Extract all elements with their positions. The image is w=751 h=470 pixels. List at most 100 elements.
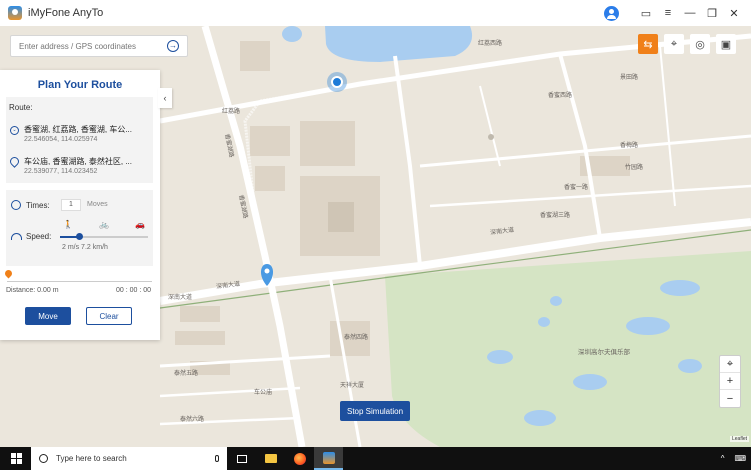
close-icon[interactable]: ✕ — [723, 0, 745, 26]
road-xiangmei — [393, 55, 422, 267]
elapsed-time: 00 : 00 : 00 — [115, 287, 151, 294]
task-view-icon[interactable] — [227, 447, 256, 470]
route-start-marker[interactable] — [331, 76, 343, 88]
title-actions: ▭ ≡ — ❐ ✕ — [604, 0, 751, 26]
golf-pond — [626, 317, 670, 335]
multi-spot-route-icon[interactable]: ⇆ — [638, 34, 658, 54]
stop-coordinates: 22.546054, 114.025974 — [24, 136, 98, 143]
zoom-in-button[interactable]: + — [720, 373, 740, 390]
map-label: 深南大道 — [168, 295, 193, 301]
golf-course-area — [385, 251, 751, 447]
clear-button[interactable]: Clear — [86, 307, 132, 325]
map-label: 车公庙 — [254, 390, 273, 396]
golf-pond — [487, 350, 513, 364]
address-search-input[interactable] — [11, 41, 161, 51]
taskbar-search[interactable]: Type here to search — [31, 447, 227, 470]
walk-mode-icon[interactable]: 🚶 — [63, 220, 73, 229]
teleport-mode-icon[interactable]: ◎ — [690, 34, 710, 54]
route-end-marker-dot — [264, 268, 270, 274]
route-box: Route: ⌄ 香蜜湖, 红荔路, 香蜜湖, 车公... 22.546054,… — [6, 97, 153, 183]
building-block — [240, 41, 270, 71]
collapse-panel-icon[interactable]: ‹ — [158, 88, 172, 108]
user-avatar-icon[interactable] — [604, 5, 619, 21]
times-label: Times: — [26, 201, 50, 210]
history-icon[interactable]: ▣ — [716, 34, 736, 54]
map-label: 泰然五路 — [174, 371, 199, 377]
locate-me-icon[interactable]: ⌖ — [720, 356, 740, 373]
minimize-icon[interactable]: — — [679, 0, 701, 26]
file-explorer-icon[interactable] — [256, 447, 285, 470]
pond-water — [282, 26, 302, 42]
map-label: 泰然四路 — [344, 335, 369, 341]
title-bar: iMyFone AnyTo ▭ ≡ — ❐ ✕ — [0, 0, 751, 26]
building-block — [175, 331, 225, 345]
road-minor — [328, 275, 362, 447]
golf-pond — [524, 410, 556, 426]
app-window: iMyFone AnyTo ▭ ≡ — ❐ ✕ 红荔西路 红荔路 香蜜西路 香蜜… — [0, 0, 751, 447]
speed-slider-track[interactable] — [60, 236, 148, 238]
simulation-settings: Times: 1 Moves 🚶 🚲 🚗 Speed: 2 m/s 7.2 km… — [6, 190, 153, 266]
windows-start-icon[interactable] — [6, 447, 26, 470]
golf-pond — [573, 374, 607, 390]
map-label: 香蜜湖三路 — [540, 213, 571, 219]
map-label: 香蜜一路 — [564, 185, 589, 191]
taskbar-search-text: Type here to search — [56, 454, 127, 463]
distance-readout: Distance: 0.00 m — [6, 287, 59, 294]
golf-pond — [660, 280, 700, 296]
app-title: iMyFone AnyTo — [28, 7, 104, 19]
keyboard-icon[interactable]: ⌨ — [734, 454, 746, 463]
bike-mode-icon[interactable]: 🚲 — [99, 220, 109, 229]
road-minor — [479, 85, 501, 167]
search-go-icon[interactable]: → — [167, 40, 179, 52]
golf-pond — [538, 317, 550, 327]
car-mode-icon[interactable]: 🚗 — [135, 220, 145, 229]
speed-label: Speed: — [26, 232, 52, 241]
building-block — [180, 306, 220, 322]
building-block — [250, 126, 290, 156]
building-block — [255, 166, 285, 191]
stop-name: 车公庙, 香蜜湖路, 泰然社区, ... — [24, 157, 133, 166]
route-label: Route: — [9, 103, 33, 112]
firefox-icon[interactable] — [285, 447, 314, 470]
road-minor — [659, 45, 676, 207]
map-label: 红荔西路 — [478, 41, 503, 47]
map-label: 深圳高尔夫俱乐部 — [578, 349, 630, 356]
golf-pond — [678, 359, 702, 373]
speed-slider-knob[interactable] — [76, 233, 84, 240]
map-label: 景田路 — [620, 75, 639, 81]
reservoir-water — [325, 26, 473, 62]
end-point-icon — [8, 155, 21, 168]
microphone-icon[interactable] — [215, 455, 219, 462]
zoom-out-button[interactable]: − — [720, 390, 740, 407]
app-logo-icon — [8, 6, 22, 20]
map-controls: ⌖ + − — [719, 355, 741, 408]
map-label: 香蜜西路 — [548, 93, 573, 99]
stop-coordinates: 22.539077, 114.023452 — [24, 168, 98, 175]
building-block — [328, 202, 354, 232]
map-label: 香梅路 — [620, 143, 639, 149]
road-tairan-5 — [159, 386, 301, 398]
building-block — [300, 121, 355, 166]
stop-name: 香蜜湖, 红荔路, 香蜜湖, 车公... — [24, 125, 133, 134]
stop-simulation-button[interactable]: Stop Simulation — [340, 401, 410, 421]
progress-marker-icon — [3, 268, 14, 279]
speed-value: 2 m/s 7.2 km/h — [62, 244, 108, 251]
golf-pond — [550, 296, 562, 306]
map-label: 泰然六路 — [180, 417, 205, 423]
panel-title: Plan Your Route — [37, 79, 123, 91]
road-tairan — [159, 354, 331, 368]
menu-icon[interactable]: ≡ — [657, 0, 679, 26]
restore-icon[interactable]: ❐ — [701, 0, 723, 26]
feedback-icon[interactable]: ▭ — [635, 0, 657, 26]
jump-teleport-icon[interactable]: ⌖ — [664, 34, 684, 54]
speed-icon — [11, 233, 22, 240]
progress-bar — [7, 281, 152, 282]
times-input[interactable]: 1 — [61, 199, 81, 211]
anyto-taskbar-icon[interactable] — [314, 447, 343, 470]
map-attribution[interactable]: Leaflet — [729, 436, 749, 442]
address-search-box: → — [10, 35, 188, 57]
map-label: 天祥大厦 — [340, 383, 365, 389]
tray-chevron-icon[interactable]: ^ — [721, 454, 725, 463]
plan-route-panel: Plan Your Route Route: ⌄ 香蜜湖, 红荔路, 香蜜湖, … — [0, 70, 160, 340]
move-button[interactable]: Move — [25, 307, 71, 325]
